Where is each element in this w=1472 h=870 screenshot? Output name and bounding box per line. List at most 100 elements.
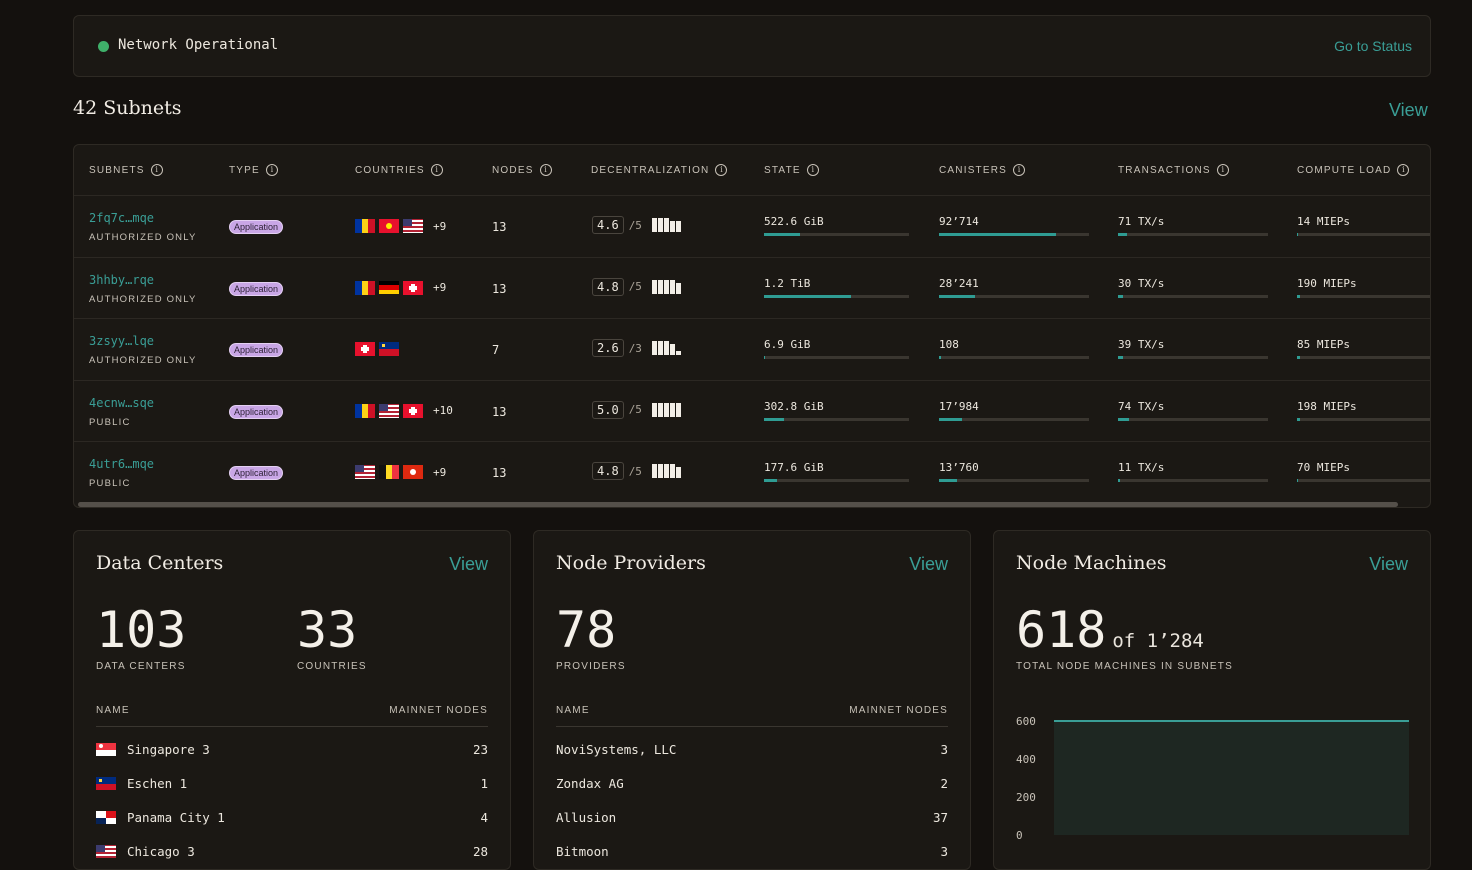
info-icon[interactable]: i bbox=[265, 164, 278, 176]
info-icon[interactable]: i bbox=[539, 164, 552, 176]
data-centers-view-link[interactable]: View bbox=[449, 554, 488, 575]
compute-load-metric: 85 MIEPs bbox=[1297, 338, 1430, 359]
decentralization-bar bbox=[663, 464, 669, 478]
list-item[interactable]: Bitmoon 3 bbox=[556, 841, 948, 861]
table-row[interactable]: 2fq7c…mqe AUTHORIZED ONLY Application +9 13 4… bbox=[74, 195, 1430, 258]
transactions-metric-fill bbox=[1118, 294, 1123, 298]
flag-ch-icon bbox=[403, 280, 423, 295]
chart-area bbox=[1054, 721, 1409, 835]
flag-hk-icon bbox=[403, 465, 423, 479]
mainnet-nodes: 37 bbox=[932, 810, 948, 825]
transactions-metric-track bbox=[1118, 233, 1268, 236]
transactions-metric: 74 TX/s bbox=[1118, 400, 1268, 421]
subnet-id-link[interactable]: 2fq7c…mqe bbox=[89, 211, 154, 225]
score-value: 4.8 bbox=[592, 277, 624, 296]
type-badge: Application bbox=[229, 404, 284, 419]
decentralization-bar bbox=[651, 341, 657, 355]
info-icon[interactable]: i bbox=[430, 164, 443, 176]
col-name-header: NAME bbox=[556, 705, 590, 716]
status-text: Network Operational bbox=[118, 37, 279, 53]
list-item[interactable]: Zondax AG 2 bbox=[556, 773, 948, 793]
info-icon[interactable]: i bbox=[1013, 164, 1026, 176]
state-metric-track bbox=[764, 479, 909, 482]
data-center-name: Eschen 1 bbox=[127, 776, 188, 791]
score-max: /5 bbox=[628, 280, 642, 293]
state-metric: 302.8 GiB bbox=[764, 400, 909, 421]
country-flags: +9 bbox=[355, 280, 446, 295]
node-machines-total: of 1’284 bbox=[1112, 630, 1204, 652]
go-to-status-link[interactable]: Go to Status bbox=[1334, 38, 1412, 54]
compute-load-metric-track bbox=[1297, 479, 1430, 482]
horizontal-scrollbar[interactable] bbox=[78, 502, 1398, 507]
flag-ro-icon bbox=[355, 280, 375, 295]
compute-load-metric: 70 MIEPs bbox=[1297, 461, 1430, 482]
flag-us-icon bbox=[96, 845, 116, 858]
subnet-access: AUTHORIZED ONLY bbox=[89, 355, 197, 366]
score-max: /5 bbox=[628, 218, 642, 232]
decentralization-bar bbox=[657, 279, 663, 294]
state-metric: 6.9 GiB bbox=[764, 338, 909, 359]
compute-load-metric-track bbox=[1297, 417, 1430, 421]
info-icon[interactable]: i bbox=[1216, 164, 1229, 176]
canisters-metric-track bbox=[939, 356, 1089, 359]
node-providers-view-link[interactable]: View bbox=[909, 554, 948, 575]
node-machines-count-label: TOTAL NODE MACHINES IN SUBNETS bbox=[1016, 661, 1233, 672]
decentralization-bar bbox=[669, 464, 675, 478]
countries-count-label: COUNTRIES bbox=[297, 661, 367, 672]
countries-count: 33 bbox=[297, 601, 358, 659]
subnets-table: SUBNETS i TYPE i COUNTRIES i NODES i DECENTR… bbox=[73, 144, 1431, 508]
canisters-metric-fill bbox=[939, 417, 962, 421]
node-count: 13 bbox=[492, 466, 507, 480]
info-icon[interactable]: i bbox=[150, 164, 163, 176]
list-item[interactable]: Chicago 3 28 bbox=[96, 841, 488, 861]
flag-li-icon bbox=[96, 777, 116, 790]
provider-name: Bitmoon bbox=[556, 844, 609, 859]
score-value: 4.6 bbox=[592, 216, 624, 234]
state-metric-track bbox=[764, 417, 909, 421]
flag-us-icon bbox=[355, 465, 375, 479]
list-item[interactable]: Allusion 37 bbox=[556, 807, 948, 827]
subnet-id-link[interactable]: 3zsyy…lqe bbox=[89, 334, 154, 348]
subnet-id-link[interactable]: 3hhby…rqe bbox=[89, 273, 154, 287]
info-icon[interactable]: i bbox=[1397, 164, 1410, 176]
state-metric-fill bbox=[764, 417, 785, 421]
header-decentralization: DECENTRALIZATION i bbox=[591, 164, 728, 176]
table-row[interactable]: 4ecnw…sqe PUBLIC Application +10 13 5.0/5 302.… bbox=[74, 379, 1430, 443]
decentralization-score: 4.8/5 bbox=[592, 277, 681, 296]
mainnet-nodes: 28 bbox=[472, 844, 488, 859]
y-tick-label: 0 bbox=[1016, 829, 1023, 842]
transactions-metric: 11 TX/s bbox=[1118, 461, 1268, 482]
subnets-view-link[interactable]: View bbox=[1389, 100, 1428, 121]
flag-li-icon bbox=[379, 342, 399, 356]
table-row[interactable]: 4utr6…mqe PUBLIC Application +9 13 4.8/5 177.6… bbox=[74, 441, 1430, 504]
header-canisters: CANISTERS i bbox=[939, 164, 1026, 176]
y-tick-label: 200 bbox=[1016, 791, 1036, 804]
list-item[interactable]: Panama City 1 4 bbox=[96, 807, 488, 827]
info-icon[interactable]: i bbox=[806, 164, 819, 176]
canisters-metric-track bbox=[939, 233, 1089, 236]
compute-load-metric-track bbox=[1297, 294, 1430, 298]
table-row[interactable]: 3hhby…rqe AUTHORIZED ONLY Application +9 13 4… bbox=[74, 256, 1430, 320]
info-icon[interactable]: i bbox=[715, 164, 728, 176]
data-center-name: Chicago 3 bbox=[127, 844, 195, 859]
subnet-id-link[interactable]: 4ecnw…sqe bbox=[89, 396, 154, 410]
canisters-metric-fill bbox=[939, 294, 975, 298]
state-metric: 1.2 TiB bbox=[764, 277, 909, 298]
list-item[interactable]: Singapore 3 23 bbox=[96, 739, 488, 759]
compute-load-metric-fill bbox=[1297, 294, 1300, 298]
decentralization-bar bbox=[675, 221, 681, 232]
subnet-access: PUBLIC bbox=[89, 416, 131, 428]
transactions-metric-track bbox=[1118, 479, 1268, 482]
canisters-metric: 28’241 bbox=[939, 277, 1089, 298]
flag-us-icon bbox=[403, 219, 423, 233]
decentralization-bar bbox=[651, 464, 657, 478]
list-item[interactable]: NoviSystems, LLC 3 bbox=[556, 739, 948, 759]
node-machines-view-link[interactable]: View bbox=[1369, 554, 1408, 575]
subnet-id-link[interactable]: 4utr6…mqe bbox=[89, 457, 154, 471]
state-metric-fill bbox=[764, 233, 801, 236]
table-row[interactable]: 3zsyy…lqe AUTHORIZED ONLY Application 7 2.6/… bbox=[74, 318, 1430, 381]
list-item[interactable]: Eschen 1 1 bbox=[96, 773, 488, 793]
country-flags: +9 bbox=[355, 219, 446, 233]
data-centers-card: Data Centers View 103 DATA CENTERS 33 CO… bbox=[73, 530, 511, 870]
compute-load-metric: 190 MIEPs bbox=[1297, 277, 1430, 298]
